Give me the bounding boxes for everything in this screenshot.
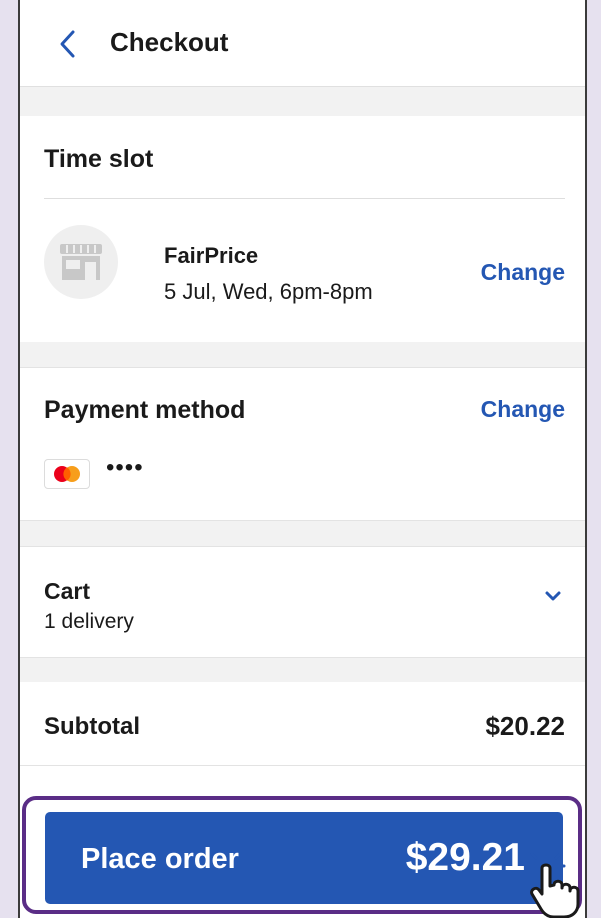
- masked-card-number: ••••: [106, 454, 144, 481]
- payment-method-title: Payment method: [44, 396, 246, 424]
- payment-method-card: Payment method Change ••••: [20, 367, 585, 521]
- section-divider: [44, 198, 565, 199]
- time-slot-card: Time slot FairPrice 5 Jul, Wed, 6pm-8pm …: [20, 116, 585, 342]
- subtotal-label: Subtotal: [44, 713, 140, 740]
- page-title: Checkout: [110, 27, 229, 57]
- cart-delivery-count: 1 delivery: [44, 610, 134, 633]
- chevron-down-icon[interactable]: [543, 589, 563, 603]
- back-button[interactable]: [50, 24, 84, 64]
- cart-title: Cart: [44, 578, 91, 604]
- app-header: Checkout: [20, 0, 585, 87]
- cart-section[interactable]: Cart 1 delivery: [20, 546, 585, 658]
- chevron-left-icon: [60, 30, 75, 58]
- hand-pointer-icon: [526, 846, 580, 918]
- subtotal-value: $20.22: [485, 711, 565, 741]
- place-order-button[interactable]: Place order $29.21: [45, 812, 563, 904]
- store-avatar: [44, 225, 118, 299]
- order-total-amount: $29.21: [405, 836, 525, 879]
- delivery-slot-text: 5 Jul, Wed, 6pm-8pm: [164, 279, 373, 304]
- mastercard-icon: [54, 466, 80, 482]
- change-time-slot-link[interactable]: Change: [481, 259, 565, 286]
- change-payment-link[interactable]: Change: [481, 396, 565, 423]
- time-slot-title: Time slot: [44, 145, 154, 173]
- card-badge: [44, 459, 90, 489]
- store-name: FairPrice: [164, 243, 259, 268]
- place-order-label: Place order: [81, 843, 239, 875]
- phone-screen: Checkout Time slot FairPrice 5 Jul, Wed,…: [18, 0, 587, 918]
- summary-divider: [20, 765, 585, 766]
- store-icon: [60, 244, 102, 280]
